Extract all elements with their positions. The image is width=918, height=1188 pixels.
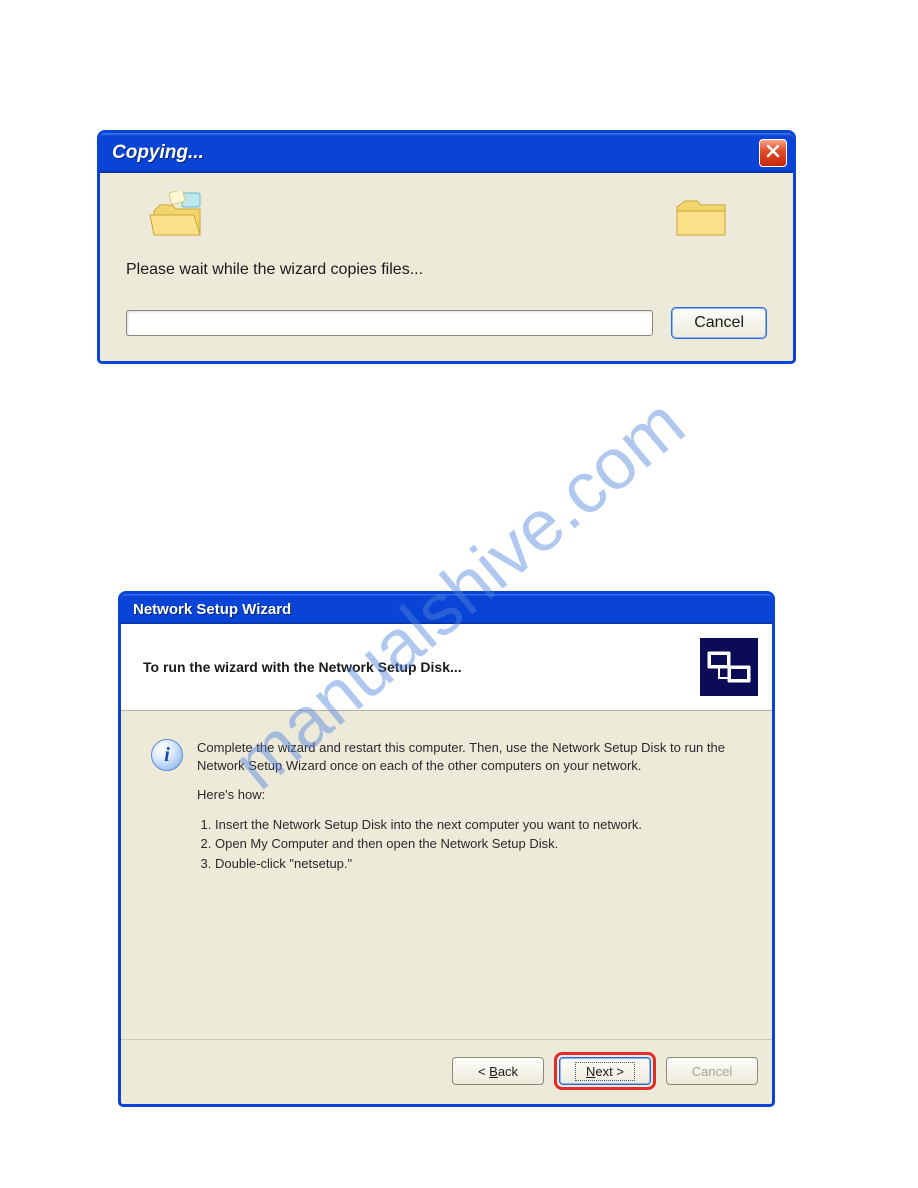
step-item: Open My Computer and then open the Netwo… (215, 835, 738, 853)
copying-dialog: Copying... Please (97, 130, 796, 364)
wizard-titlebar[interactable]: Network Setup Wizard (121, 594, 772, 624)
wizard-instructions: Complete the wizard and restart this com… (197, 739, 742, 874)
network-icon (700, 638, 758, 696)
back-button[interactable]: < Back (452, 1057, 544, 1085)
info-icon: i (151, 739, 183, 771)
folder-open-icon (148, 191, 212, 243)
next-button[interactable]: Next > (559, 1057, 651, 1085)
copying-message: Please wait while the wizard copies file… (126, 261, 773, 279)
wizard-title: Network Setup Wizard (133, 601, 291, 618)
progress-row: Cancel (120, 307, 773, 339)
copying-title: Copying... (112, 142, 204, 164)
wizard-footer: < Back Next > Cancel (121, 1039, 772, 1104)
cancel-button[interactable]: Cancel (671, 307, 767, 339)
copying-titlebar[interactable]: Copying... (100, 133, 793, 173)
wizard-header: To run the wizard with the Network Setup… (121, 624, 772, 711)
heres-how-label: Here's how: (197, 786, 742, 804)
step-item: Insert the Network Setup Disk into the n… (215, 816, 738, 834)
close-icon (765, 143, 781, 164)
copying-body: Please wait while the wizard copies file… (100, 173, 793, 361)
close-button[interactable] (759, 139, 787, 167)
steps-list: Insert the Network Setup Disk into the n… (215, 816, 738, 873)
wizard-dialog: Network Setup Wizard To run the wizard w… (118, 591, 775, 1107)
cancel-button: Cancel (666, 1057, 758, 1085)
wizard-content: i Complete the wizard and restart this c… (121, 711, 772, 1039)
folder-animation-row (120, 191, 773, 243)
info-paragraph: Complete the wizard and restart this com… (197, 739, 742, 774)
folder-closed-icon (669, 191, 733, 243)
step-item: Double-click "netsetup." (215, 855, 738, 873)
next-highlight-box: Next > (554, 1052, 656, 1090)
progress-bar (126, 310, 653, 336)
wizard-header-text: To run the wizard with the Network Setup… (143, 659, 462, 675)
